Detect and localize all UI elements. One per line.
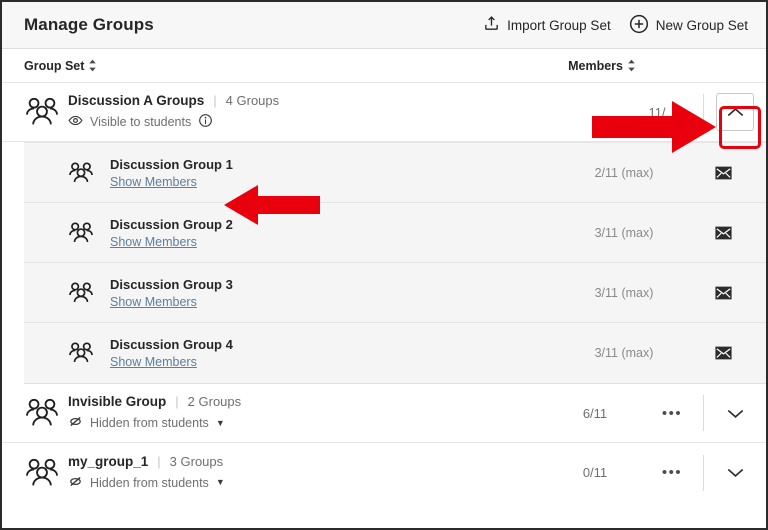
nested-group-list: Discussion Group 1 Show Members 2/11 (ma… — [24, 142, 766, 384]
more-options-button[interactable]: ••• — [641, 465, 703, 480]
group-set-row[interactable]: Invisible Group | 2 Groups Hidden from s… — [2, 384, 766, 443]
group-row-actions: 3/11 (max) — [568, 286, 766, 300]
collapse-group-set-button[interactable] — [716, 93, 754, 131]
group-set-row[interactable]: my_group_1 | 3 Groups Hidden from studen… — [2, 443, 766, 502]
group-people-icon — [68, 281, 110, 304]
group-set-people-icon — [24, 398, 68, 428]
mail-icon[interactable] — [680, 226, 766, 240]
group-set-info: Discussion A Groups | 4 Groups Visible t… — [68, 93, 279, 131]
group-member-count: 3/11 (max) — [594, 346, 654, 360]
new-group-set-label: New Group Set — [655, 17, 748, 33]
group-set-member-count: 11/ — [648, 104, 666, 120]
group-count: 4 Groups — [225, 93, 280, 108]
show-members-link[interactable]: Show Members — [110, 295, 197, 309]
group-count: 2 Groups — [187, 394, 242, 409]
visibility-label: Hidden from students — [90, 475, 209, 490]
group-set-visibility[interactable]: Hidden from students ▼ — [68, 414, 241, 432]
group-row-actions: 3/11 (max) — [568, 346, 766, 360]
chevron-down-icon[interactable]: ▼ — [216, 478, 225, 487]
group-set-row[interactable]: Discussion A Groups | 4 Groups Visible t… — [2, 83, 766, 142]
group-name: Discussion Group 4 — [110, 337, 233, 352]
import-group-set-button[interactable]: Import Group Set — [483, 13, 611, 37]
eye-icon — [68, 113, 83, 131]
group-count: 3 Groups — [169, 453, 224, 469]
show-members-link[interactable]: Show Members — [110, 175, 197, 189]
expand-group-set-button[interactable] — [704, 408, 766, 419]
separator: | — [175, 394, 179, 409]
page-title: Manage Groups — [24, 15, 154, 34]
group-member-count: 3/11 (max) — [594, 285, 654, 300]
group-set-people-icon — [24, 97, 68, 127]
column-label-members: Members — [568, 58, 623, 73]
group-people-icon — [68, 221, 110, 244]
visibility-label: Visible to students — [90, 115, 192, 129]
new-group-set-button[interactable]: New Group Set — [629, 12, 748, 39]
group-member-count: 2/11 (max) — [594, 165, 654, 180]
group-member-count: 3/11 (max) — [594, 225, 654, 240]
group-info: Discussion Group 2 Show Members — [110, 217, 233, 249]
group-row[interactable]: Discussion Group 2 Show Members 3/11 (ma… — [24, 203, 766, 263]
group-row-actions: 2/11 (max) — [568, 166, 766, 180]
show-members-link[interactable]: Show Members — [110, 235, 197, 249]
mail-icon[interactable] — [680, 346, 766, 360]
group-set-title-line: Discussion A Groups | 4 Groups — [68, 93, 279, 108]
group-name: Discussion Group 1 — [110, 156, 233, 172]
group-people-icon — [68, 342, 110, 364]
group-set-visibility[interactable]: Hidden from students ▼ — [68, 474, 225, 492]
import-group-set-label: Import Group Set — [507, 17, 611, 33]
group-set-name: my_group_1 — [68, 453, 149, 469]
manage-groups-window: Manage Groups Import Group Set New Group… — [0, 0, 768, 530]
group-set-title-line: Invisible Group | 2 Groups — [68, 394, 241, 409]
visibility-label: Hidden from students — [90, 416, 209, 430]
column-label-group-set: Group Set — [24, 58, 85, 73]
group-row[interactable]: Discussion Group 1 Show Members 2/11 (ma… — [24, 143, 766, 203]
group-set-row-actions: 6/11 ••• — [549, 395, 766, 431]
expand-group-set-button[interactable] — [704, 467, 766, 478]
more-options-button[interactable]: ••• — [641, 406, 703, 421]
eye-slash-icon — [68, 414, 83, 432]
group-info: Discussion Group 3 Show Members — [110, 277, 233, 309]
table-column-header: Group Set Members — [2, 49, 766, 83]
eye-slash-icon — [68, 474, 83, 492]
sort-arrows-icon — [88, 59, 97, 72]
column-sort-members[interactable]: Members — [568, 59, 636, 73]
show-members-link[interactable]: Show Members — [110, 355, 197, 369]
divider — [703, 94, 704, 130]
mail-icon[interactable] — [680, 166, 766, 180]
group-set-people-icon — [24, 458, 68, 488]
group-name: Discussion Group 2 — [110, 216, 233, 232]
column-sort-group-set[interactable]: Group Set — [24, 59, 97, 73]
group-set-visibility[interactable]: Visible to students — [68, 113, 279, 131]
plus-circle-icon — [629, 14, 649, 37]
group-people-icon — [68, 161, 110, 184]
group-set-name: Discussion A Groups — [68, 93, 205, 108]
page-header: Manage Groups Import Group Set New Group… — [2, 2, 766, 49]
chevron-down-icon[interactable]: ▼ — [216, 418, 225, 428]
separator: | — [213, 93, 217, 108]
header-actions: Import Group Set New Group Set — [483, 12, 748, 39]
sort-arrows-icon — [627, 59, 636, 72]
separator: | — [157, 453, 161, 469]
group-name: Discussion Group 3 — [110, 276, 233, 292]
group-set-row-actions: 0/11 ••• — [549, 454, 766, 491]
upload-icon — [483, 15, 500, 35]
group-set-info: my_group_1 | 3 Groups Hidden from studen… — [68, 454, 225, 492]
group-set-row-actions: 11/ — [611, 93, 766, 131]
group-info: Discussion Group 1 Show Members — [110, 157, 233, 189]
group-set-title-line: my_group_1 | 3 Groups — [68, 454, 225, 469]
group-row[interactable]: Discussion Group 4 Show Members 3/11 (ma… — [24, 323, 766, 383]
group-info: Discussion Group 4 Show Members — [110, 337, 233, 369]
group-set-name: Invisible Group — [68, 394, 167, 409]
group-row[interactable]: Discussion Group 3 Show Members 3/11 (ma… — [24, 263, 766, 323]
group-set-member-count: 0/11 — [582, 465, 608, 480]
group-row-actions: 3/11 (max) — [568, 226, 766, 240]
group-set-info: Invisible Group | 2 Groups Hidden from s… — [68, 394, 241, 432]
group-set-member-count: 6/11 — [582, 405, 608, 421]
mail-icon[interactable] — [680, 286, 766, 300]
info-icon[interactable] — [198, 113, 213, 131]
